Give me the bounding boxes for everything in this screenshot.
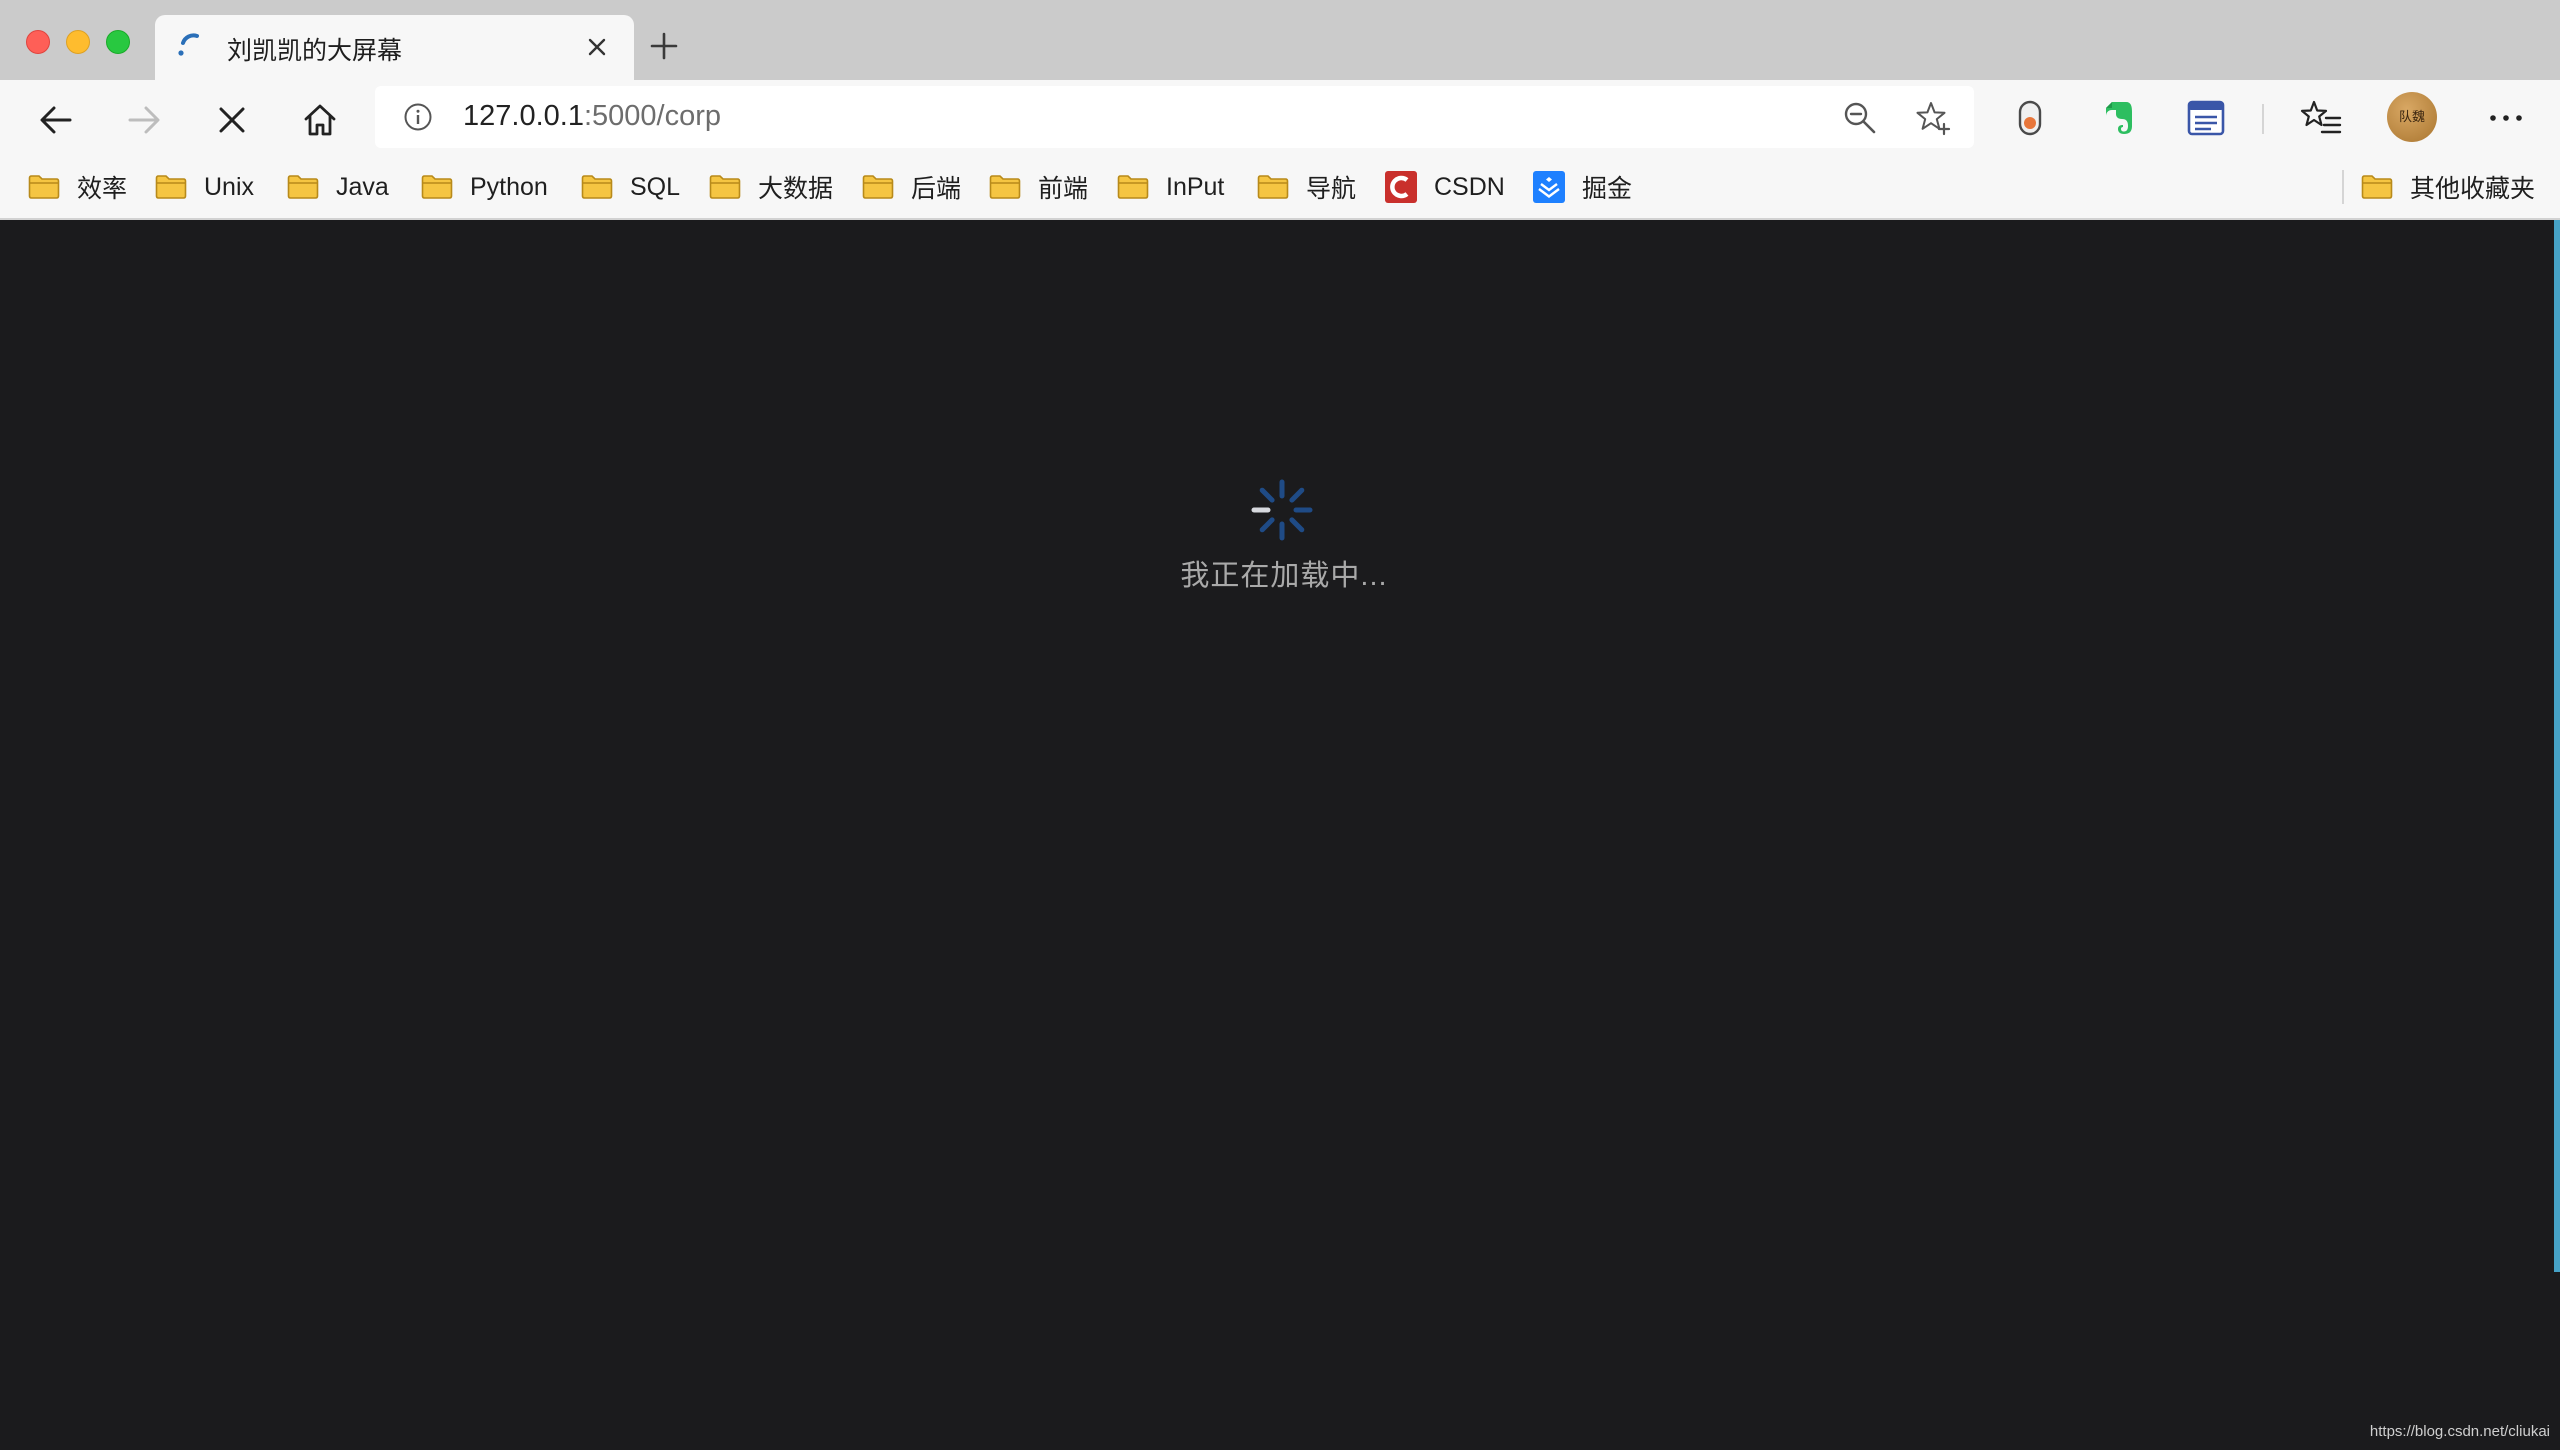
- avatar-text: 队魏: [2398, 110, 2425, 125]
- profile-avatar[interactable]: 队魏: [2387, 92, 2437, 142]
- bookmark-label: SQL: [630, 172, 681, 201]
- stop-loading-icon[interactable]: [212, 100, 252, 140]
- back-arrow-icon[interactable]: [36, 100, 76, 140]
- home-icon[interactable]: [300, 100, 340, 140]
- bookmark-link[interactable]: CSDN: [1385, 156, 1505, 218]
- bookmark-label: Unix: [204, 172, 255, 201]
- page-content: [0, 220, 2554, 1450]
- address-bar[interactable]: 127.0.0.1:5000/corp: [375, 86, 1974, 148]
- close-window-button[interactable]: [26, 30, 50, 54]
- tab-strip: 刘凯凯的大屏幕: [0, 0, 2560, 80]
- tab-title: 刘凯凯的大屏幕: [227, 37, 403, 65]
- url-text[interactable]: 127.0.0.1:5000/corp: [463, 100, 721, 133]
- more-options-icon[interactable]: [2484, 96, 2528, 140]
- folder-icon: [1257, 175, 1289, 199]
- folder-icon: [421, 175, 453, 199]
- close-tab-icon[interactable]: [585, 35, 609, 59]
- folder-icon: [581, 175, 613, 199]
- extension-toggle-icon[interactable]: [2008, 96, 2052, 140]
- loading-favicon-icon: [178, 33, 199, 56]
- bookmark-label: 前端: [1038, 175, 1089, 203]
- juejin-icon: [1533, 171, 1565, 203]
- minimize-window-button[interactable]: [66, 30, 90, 54]
- url-host: 127.0.0.1: [463, 100, 584, 132]
- watermark-text: https://blog.csdn.net/cliukai: [2369, 1423, 2550, 1440]
- bookmark-folder[interactable]: Python: [421, 156, 548, 218]
- folder-icon: [2361, 175, 2393, 199]
- folder-icon: [709, 175, 741, 199]
- folder-icon: [862, 175, 894, 199]
- bookmark-link[interactable]: 掘金: [1533, 156, 1632, 218]
- bookmarks-divider: [2342, 170, 2344, 204]
- url-path: :5000/corp: [583, 100, 721, 132]
- reading-view-icon[interactable]: [2184, 96, 2228, 140]
- bookmark-label: InPut: [1166, 172, 1225, 201]
- bookmark-label: 其他收藏夹: [2410, 175, 2536, 203]
- forward-arrow-icon[interactable]: [124, 100, 164, 140]
- folder-icon: [28, 175, 60, 199]
- toolbar-divider: [2262, 104, 2264, 134]
- favorites-list-icon[interactable]: [2300, 96, 2344, 140]
- scrollbar-track[interactable]: [2554, 220, 2560, 1272]
- bookmark-label: Python: [470, 172, 548, 201]
- folder-icon: [1117, 175, 1149, 199]
- bookmark-label: 效率: [77, 175, 128, 203]
- bookmark-label: 掘金: [1582, 175, 1633, 203]
- folder-icon: [989, 175, 1021, 199]
- bookmarks-bar: 效率 Unix Java Python SQL 大数据 后端 前端 InPut …: [0, 156, 2560, 220]
- bookmark-folder[interactable]: Unix: [155, 156, 254, 218]
- loading-text: 我正在加载中...: [1180, 560, 1388, 592]
- add-favorite-star-icon[interactable]: [1915, 100, 1951, 136]
- folder-icon: [155, 175, 187, 199]
- new-tab-icon[interactable]: [648, 30, 680, 62]
- site-info-icon[interactable]: [403, 102, 433, 132]
- bookmark-folder[interactable]: 后端: [862, 156, 961, 218]
- maximize-window-button[interactable]: [106, 30, 130, 54]
- navigation-toolbar: 127.0.0.1:5000/corp 队魏: [0, 80, 2560, 156]
- bookmark-label: 后端: [911, 175, 962, 203]
- bookmark-label: CSDN: [1434, 172, 1505, 201]
- bookmark-folder[interactable]: InPut: [1117, 156, 1224, 218]
- bookmark-folder[interactable]: SQL: [581, 156, 680, 218]
- bookmark-folder[interactable]: 大数据: [709, 156, 833, 218]
- bookmark-label: Java: [336, 172, 389, 201]
- bookmark-label: 导航: [1306, 175, 1357, 203]
- bookmark-folder[interactable]: 前端: [989, 156, 1088, 218]
- bookmark-folder[interactable]: Java: [287, 156, 389, 218]
- loading-spinner-icon: [1251, 479, 1313, 541]
- zoom-out-icon[interactable]: [1842, 100, 1878, 136]
- evernote-icon[interactable]: [2096, 96, 2140, 140]
- folder-icon: [287, 175, 319, 199]
- bookmark-folder[interactable]: 效率: [28, 156, 127, 218]
- other-bookmarks-folder[interactable]: 其他收藏夹: [2361, 156, 2535, 218]
- bookmark-folder[interactable]: 导航: [1257, 156, 1356, 218]
- csdn-icon: [1385, 171, 1417, 203]
- bookmark-label: 大数据: [758, 175, 834, 203]
- active-tab[interactable]: 刘凯凯的大屏幕: [155, 15, 634, 80]
